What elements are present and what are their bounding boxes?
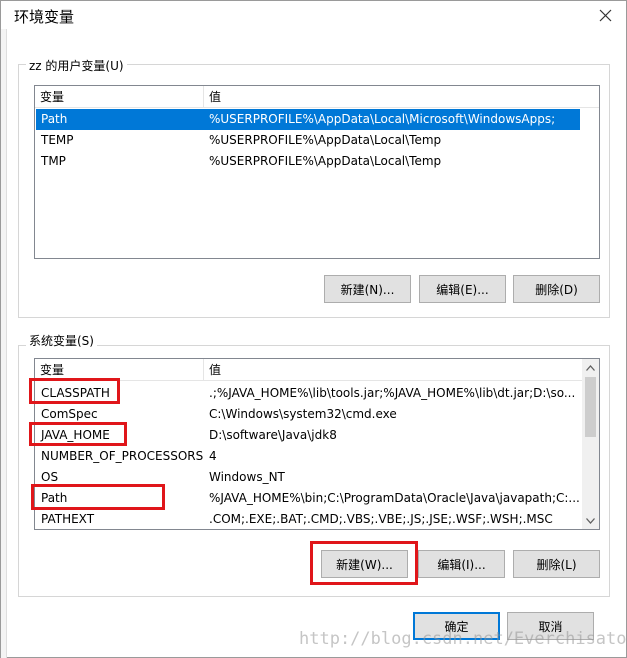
system-variables-scrollbar[interactable] bbox=[582, 359, 599, 529]
variable-name: CLASSPATH bbox=[41, 386, 110, 400]
environment-variables-dialog: 环境变量 zz 的用户变量(U) 变量 值 Path %USERPROFILE%… bbox=[0, 0, 627, 658]
variable-name: ComSpec bbox=[41, 407, 98, 421]
user-delete-button[interactable]: 删除(D) bbox=[513, 275, 600, 303]
system-variable-row-classpath[interactable]: CLASSPATH .;%JAVA_HOME%\lib\tools.jar;%J… bbox=[36, 383, 580, 404]
variable-name: TMP bbox=[41, 154, 66, 168]
system-variable-row-number-of-processors[interactable]: NUMBER_OF_PROCESSORS 4 bbox=[36, 446, 580, 467]
variable-value: %USERPROFILE%\AppData\Local\Microsoft\Wi… bbox=[209, 112, 556, 126]
column-header-variable[interactable]: 变量 bbox=[35, 359, 203, 381]
window-title: 环境变量 bbox=[14, 8, 75, 26]
title-bar: 环境变量 bbox=[1, 1, 626, 29]
system-variables-group-label: 系统变量(S) bbox=[26, 332, 97, 349]
user-variables-list[interactable]: 变量 值 Path %USERPROFILE%\AppData\Local\Mi… bbox=[34, 85, 600, 259]
scroll-thumb[interactable] bbox=[585, 377, 596, 437]
column-header-value[interactable]: 值 bbox=[204, 359, 574, 381]
scroll-down-button[interactable] bbox=[582, 512, 599, 529]
column-header-value[interactable]: 值 bbox=[204, 86, 599, 108]
system-delete-button[interactable]: 删除(L) bbox=[513, 550, 600, 578]
watermark-text: http://blog.csdn.net/Everchisato bbox=[299, 629, 627, 649]
variable-value: Windows_NT bbox=[209, 470, 285, 484]
user-variable-row-tmp[interactable]: TMP %USERPROFILE%\AppData\Local\Temp bbox=[36, 151, 580, 172]
variable-name: PATHEXT bbox=[41, 512, 95, 526]
chevron-up-icon bbox=[586, 364, 595, 371]
column-header-variable[interactable]: 变量 bbox=[35, 86, 203, 108]
variable-value: %USERPROFILE%\AppData\Local\Temp bbox=[209, 154, 442, 168]
user-variable-row-temp[interactable]: TEMP %USERPROFILE%\AppData\Local\Temp bbox=[36, 130, 580, 151]
system-edit-button[interactable]: 编辑(I)... bbox=[418, 550, 505, 578]
system-variable-row-path[interactable]: Path %JAVA_HOME%\bin;C:\ProgramData\Orac… bbox=[36, 488, 580, 509]
background-window-edge bbox=[1, 29, 7, 658]
system-variable-row-java-home[interactable]: JAVA_HOME D:\software\Java\jdk8 bbox=[36, 425, 580, 446]
scroll-up-button[interactable] bbox=[582, 359, 599, 376]
variable-value: C:\Windows\system32\cmd.exe bbox=[209, 407, 397, 421]
user-variables-list-header: 变量 值 bbox=[35, 86, 599, 108]
user-edit-button[interactable]: 编辑(E)... bbox=[419, 275, 506, 303]
variable-value: 4 bbox=[209, 449, 217, 463]
variable-name: Path bbox=[41, 112, 68, 126]
variable-value: %JAVA_HOME%\bin;C:\ProgramData\Oracle\Ja… bbox=[209, 491, 580, 505]
variable-name: OS bbox=[41, 470, 59, 484]
close-button[interactable] bbox=[590, 3, 620, 27]
variable-name: TEMP bbox=[41, 133, 74, 147]
system-variable-row-pathext[interactable]: PATHEXT .COM;.EXE;.BAT;.CMD;.VBS;.VBE;.J… bbox=[36, 509, 580, 529]
close-icon bbox=[599, 9, 611, 21]
chevron-down-icon bbox=[586, 517, 595, 524]
variable-name: NUMBER_OF_PROCESSORS bbox=[41, 449, 204, 463]
variable-name: Path bbox=[41, 491, 68, 505]
user-new-button[interactable]: 新建(N)... bbox=[324, 275, 411, 303]
user-variable-row-path[interactable]: Path %USERPROFILE%\AppData\Local\Microso… bbox=[36, 109, 580, 130]
variable-value: .;%JAVA_HOME%\lib\tools.jar;%JAVA_HOME%\… bbox=[209, 386, 576, 400]
system-variable-row-comspec[interactable]: ComSpec C:\Windows\system32\cmd.exe bbox=[36, 404, 580, 425]
variable-value: %USERPROFILE%\AppData\Local\Temp bbox=[209, 133, 442, 147]
variable-value: D:\software\Java\jdk8 bbox=[209, 428, 337, 442]
system-variable-row-os[interactable]: OS Windows_NT bbox=[36, 467, 580, 488]
variable-value: .COM;.EXE;.BAT;.CMD;.VBS;.VBE;.JS;.JSE;.… bbox=[209, 512, 553, 526]
user-variables-group-label: zz 的用户变量(U) bbox=[26, 57, 127, 74]
system-variables-list[interactable]: 变量 值 CLASSPATH .;%JAVA_HOME%\lib\tools.j… bbox=[34, 358, 600, 530]
system-new-button[interactable]: 新建(W)... bbox=[321, 550, 408, 578]
system-variables-list-header: 变量 值 bbox=[35, 359, 582, 381]
variable-name: JAVA_HOME bbox=[41, 428, 110, 442]
